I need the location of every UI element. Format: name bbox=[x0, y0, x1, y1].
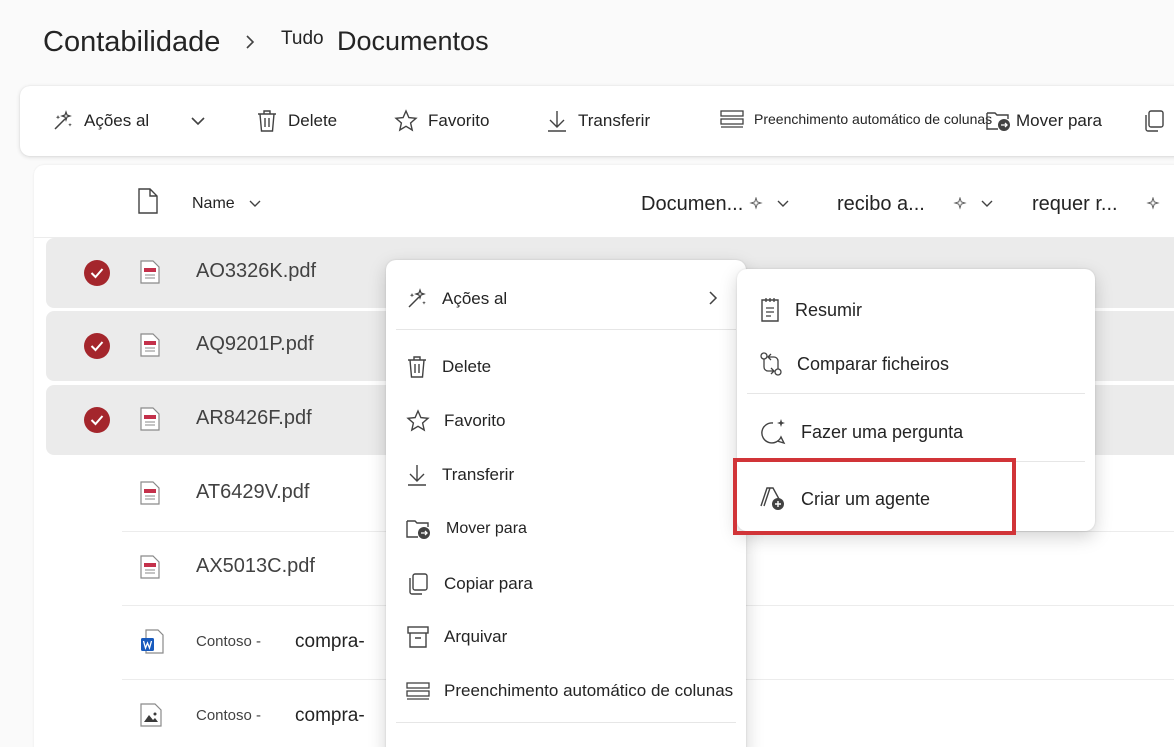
copy-to-button[interactable] bbox=[1142, 86, 1174, 156]
move-label: Mover para bbox=[1016, 111, 1102, 130]
column-document-label: Documen... bbox=[641, 192, 744, 215]
menu-item-label: Preenchimento automático de colunas bbox=[444, 681, 734, 700]
pdf-file-icon bbox=[140, 555, 160, 579]
menu-item-label: Favorito bbox=[444, 411, 506, 430]
breadcrumb-root[interactable]: Contabilidade bbox=[43, 26, 220, 59]
file-name-suffix[interactable]: compra- bbox=[295, 705, 365, 727]
folder-move-icon bbox=[406, 518, 446, 540]
star-icon bbox=[394, 109, 428, 133]
menu-item-move[interactable]: Mover para bbox=[406, 509, 527, 549]
submenu-item-label: Resumir bbox=[795, 299, 863, 320]
autofill-label: Preenchimento automático de colunas bbox=[754, 111, 993, 127]
submenu-item-label: Fazer uma pergunta bbox=[801, 421, 964, 442]
highlight-box bbox=[733, 458, 1016, 535]
autofill-columns-button[interactable]: Preenchimento automático de colunas bbox=[720, 84, 992, 154]
file-name[interactable]: AT6429V.pdf bbox=[196, 481, 309, 504]
summary-document-icon bbox=[759, 297, 795, 323]
submenu-item-summarize[interactable]: Resumir bbox=[759, 290, 862, 330]
download-icon bbox=[406, 463, 442, 487]
column-name-label: Name bbox=[192, 195, 235, 212]
menu-item-ai-actions[interactable]: Ações al bbox=[406, 279, 507, 319]
star-icon bbox=[406, 409, 444, 433]
image-file-icon bbox=[140, 703, 162, 727]
menu-item-download[interactable]: Transferir bbox=[406, 455, 514, 495]
file-name[interactable]: AX5013C.pdf bbox=[196, 555, 315, 578]
menu-item-label: Delete bbox=[442, 357, 492, 376]
ai-actions-button[interactable]: Ações al bbox=[52, 86, 149, 156]
menu-item-delete[interactable]: Delete bbox=[406, 347, 491, 387]
sparkle-icon bbox=[953, 197, 967, 211]
columns-icon bbox=[406, 682, 444, 700]
trash-icon bbox=[256, 109, 288, 133]
move-to-button[interactable]: Mover para bbox=[986, 86, 1102, 156]
menu-item-autofill[interactable]: Preenchimento automático de colunas bbox=[406, 671, 733, 711]
column-requires-label: requer r... bbox=[1032, 192, 1118, 215]
page-title: Documentos bbox=[337, 26, 489, 56]
pdf-file-icon bbox=[140, 481, 160, 505]
file-name[interactable]: AO3326K.pdf bbox=[196, 260, 316, 283]
context-menu: Ações al Delete Favorito Transferir Move… bbox=[386, 260, 746, 747]
favorite-button[interactable]: Favorito bbox=[394, 86, 489, 156]
sparkle-icon bbox=[1145, 197, 1160, 211]
column-header-name[interactable]: Name bbox=[192, 180, 261, 228]
menu-item-label: Transferir bbox=[442, 465, 515, 484]
file-name[interactable]: AQ9201P.pdf bbox=[196, 333, 314, 356]
pdf-file-icon bbox=[140, 260, 160, 284]
menu-item-label: Mover para bbox=[446, 520, 527, 537]
download-icon bbox=[546, 109, 578, 133]
pdf-file-icon bbox=[140, 407, 160, 431]
chevron-down-icon bbox=[190, 115, 216, 127]
file-type-column-icon[interactable] bbox=[137, 188, 159, 214]
menu-item-label: Copiar para bbox=[444, 574, 533, 593]
checkmark-icon[interactable] bbox=[84, 333, 110, 359]
word-file-icon bbox=[140, 629, 164, 655]
submenu-item-label: Comparar ficheiros bbox=[797, 353, 950, 374]
columns-icon bbox=[720, 110, 754, 128]
file-name-suffix[interactable]: compra- bbox=[295, 631, 365, 653]
menu-item-favorite[interactable]: Favorito bbox=[406, 401, 505, 441]
submenu-item-ask-question[interactable]: Fazer uma pergunta bbox=[759, 412, 963, 452]
column-header-receipt[interactable]: recibo a... bbox=[837, 180, 993, 228]
checkmark-icon[interactable] bbox=[84, 260, 110, 286]
menu-divider bbox=[396, 329, 736, 330]
submenu-item-compare[interactable]: Comparar ficheiros bbox=[759, 344, 949, 384]
command-bar: Ações al Delete Favorito Transferir Pree… bbox=[20, 86, 1174, 156]
breadcrumb-chevron-icon bbox=[244, 34, 256, 50]
trash-icon bbox=[406, 355, 442, 379]
column-receipt-label: recibo a... bbox=[837, 192, 925, 215]
column-header-requires[interactable]: requer r... bbox=[1032, 180, 1160, 228]
favorite-label: Favorito bbox=[428, 111, 490, 130]
sparkle-icon bbox=[52, 110, 84, 132]
chevron-right-icon bbox=[708, 290, 718, 306]
checkmark-icon[interactable] bbox=[84, 407, 110, 433]
download-button[interactable]: Transferir bbox=[546, 86, 650, 156]
chevron-down-icon bbox=[981, 200, 993, 208]
menu-item-copy[interactable]: Copiar para bbox=[406, 564, 533, 604]
file-name[interactable]: Contoso - bbox=[196, 707, 261, 724]
chat-sparkle-icon bbox=[759, 418, 801, 446]
menu-divider bbox=[396, 722, 736, 723]
compare-icon bbox=[759, 351, 797, 377]
chevron-down-icon bbox=[777, 200, 789, 208]
copy-icon bbox=[1142, 109, 1174, 133]
delete-button[interactable]: Delete bbox=[256, 86, 337, 156]
menu-item-label: Ações al bbox=[442, 289, 508, 308]
menu-divider bbox=[747, 393, 1085, 394]
sparkle-icon bbox=[749, 197, 763, 211]
breadcrumb-view-label[interactable]: Tudo bbox=[281, 28, 324, 50]
download-label: Transferir bbox=[578, 111, 651, 130]
ai-actions-dropdown-button[interactable] bbox=[190, 86, 216, 156]
menu-item-archive[interactable]: Arquivar bbox=[406, 617, 507, 657]
ai-actions-label: Ações al bbox=[84, 111, 150, 130]
column-header-document[interactable]: Documen... bbox=[641, 180, 789, 228]
menu-item-label: Arquivar bbox=[444, 627, 508, 646]
sparkle-icon bbox=[406, 288, 442, 310]
file-name[interactable]: Contoso - bbox=[196, 633, 261, 650]
copy-icon bbox=[406, 572, 444, 596]
archive-icon bbox=[406, 625, 444, 649]
pdf-file-icon bbox=[140, 333, 160, 357]
file-name[interactable]: AR8426F.pdf bbox=[196, 407, 312, 430]
delete-label: Delete bbox=[288, 111, 338, 130]
chevron-down-icon bbox=[249, 200, 261, 208]
